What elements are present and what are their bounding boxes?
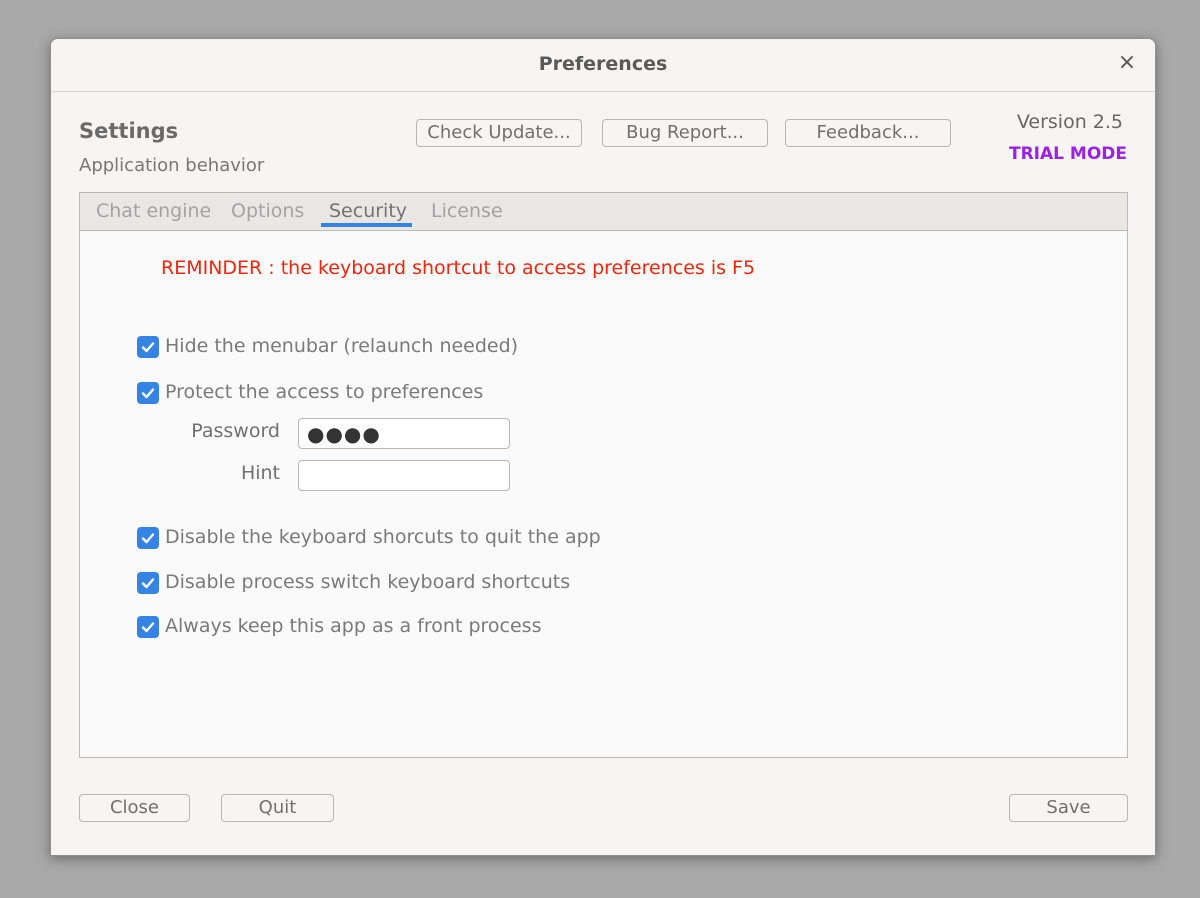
password-label: Password bbox=[191, 420, 280, 442]
checkmark-icon bbox=[141, 533, 155, 544]
page-subtitle: Application behavior bbox=[79, 155, 265, 176]
tab-bar: Chat engine Options Security License bbox=[79, 192, 1128, 230]
active-tab-indicator bbox=[321, 223, 412, 227]
protect-access-checkbox[interactable] bbox=[137, 382, 159, 404]
hint-label: Hint bbox=[240, 462, 280, 484]
checkmark-icon bbox=[141, 578, 155, 589]
close-window-icon[interactable]: × bbox=[1115, 51, 1139, 75]
checkmark-icon bbox=[141, 622, 155, 633]
protect-access-label: Protect the access to preferences bbox=[165, 381, 484, 403]
bug-report-button[interactable]: Bug Report... bbox=[602, 119, 768, 147]
version-label: Version 2.5 bbox=[1016, 111, 1123, 133]
disable-quit-shortcuts-label: Disable the keyboard shorcuts to quit th… bbox=[165, 526, 601, 548]
keep-front-checkbox[interactable] bbox=[137, 616, 159, 638]
window-title: Preferences bbox=[538, 53, 668, 75]
disable-quit-shortcuts-checkbox[interactable] bbox=[137, 527, 159, 549]
save-button[interactable]: Save bbox=[1009, 794, 1128, 822]
close-button[interactable]: Close bbox=[79, 794, 190, 822]
page-title: Settings bbox=[79, 119, 179, 143]
disable-process-switch-checkbox[interactable] bbox=[137, 572, 159, 594]
password-field[interactable]: ●●●● bbox=[298, 418, 510, 449]
tab-options[interactable]: Options bbox=[231, 200, 304, 228]
security-panel: REMINDER : the keyboard shortcut to acce… bbox=[79, 230, 1128, 758]
trial-mode-badge: TRIAL MODE bbox=[1008, 144, 1127, 164]
checkmark-icon bbox=[141, 342, 155, 353]
keep-front-label: Always keep this app as a front process bbox=[165, 615, 542, 637]
preferences-window: Preferences × Settings Application behav… bbox=[50, 38, 1156, 856]
feedback-button[interactable]: Feedback... bbox=[785, 119, 951, 147]
hide-menubar-label: Hide the menubar (relaunch needed) bbox=[165, 335, 519, 357]
check-update-button[interactable]: Check Update... bbox=[416, 119, 582, 147]
hint-input[interactable] bbox=[298, 460, 510, 491]
checkmark-icon bbox=[141, 388, 155, 399]
reminder-text: REMINDER : the keyboard shortcut to acce… bbox=[161, 257, 756, 279]
hide-menubar-checkbox[interactable] bbox=[137, 336, 159, 358]
password-value: ●●●● bbox=[307, 422, 381, 446]
disable-process-switch-label: Disable process switch keyboard shortcut… bbox=[165, 571, 571, 593]
tab-chat-engine[interactable]: Chat engine bbox=[96, 200, 211, 228]
title-bar: Preferences × bbox=[51, 39, 1155, 92]
quit-button[interactable]: Quit bbox=[221, 794, 334, 822]
tab-license[interactable]: License bbox=[431, 200, 503, 228]
